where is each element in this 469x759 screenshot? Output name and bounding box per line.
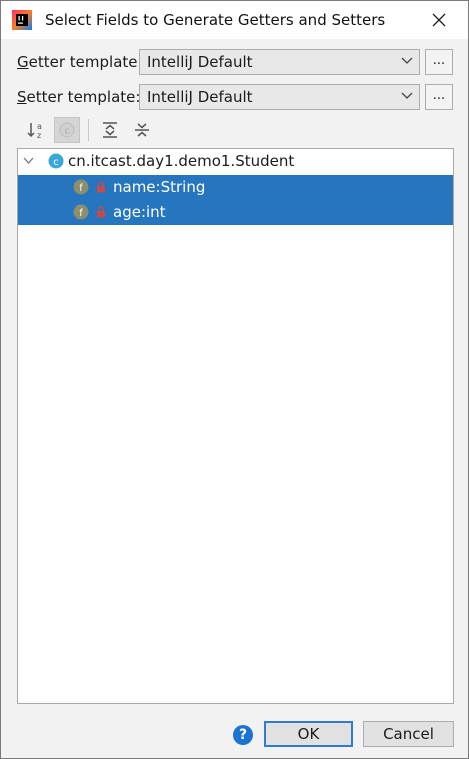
cancel-button[interactable]: Cancel (363, 721, 454, 747)
sort-alphabetically-icon: a z (27, 122, 42, 140)
setter-label-mnemonic: S (17, 88, 27, 106)
toolbar-separator (88, 119, 89, 141)
field-icon: f (73, 179, 89, 195)
dialog-title: Select Fields to Generate Getters and Se… (45, 11, 386, 29)
getter-template-label: Getter template: (17, 53, 143, 71)
tree-field-row[interactable]: f name:String (18, 175, 453, 200)
getter-label-text: etter template: (28, 53, 143, 71)
field-label: age:int (113, 203, 166, 221)
lock-icon (97, 181, 105, 193)
fields-tree[interactable]: c cn.itcast.day1.demo1.Student f name:St… (17, 148, 454, 704)
ok-button[interactable]: OK (264, 721, 353, 747)
setter-template-value: IntelliJ Default (147, 88, 253, 106)
collapse-all-icon (135, 123, 149, 137)
help-button[interactable]: ? (233, 725, 253, 745)
show-classes-icon: c (59, 122, 75, 138)
dialog-window: Select Fields to Generate Getters and Se… (0, 0, 469, 759)
svg-text:z: z (37, 131, 41, 140)
class-icon: c (48, 153, 64, 169)
close-button[interactable] (419, 5, 459, 35)
sort-alphabetically-button[interactable]: a z (23, 117, 49, 143)
svg-text:a: a (37, 122, 42, 131)
svg-text:c: c (53, 157, 59, 168)
field-icon: f (73, 204, 89, 220)
tree-root-row[interactable]: c cn.itcast.day1.demo1.Student (18, 149, 453, 174)
svg-text:f: f (79, 208, 83, 219)
close-icon (432, 13, 446, 27)
title-bar: Select Fields to Generate Getters and Se… (1, 1, 468, 39)
setter-template-label: Setter template: (17, 88, 140, 106)
expand-all-button[interactable] (97, 117, 123, 143)
setter-template-combo[interactable]: IntelliJ Default (139, 84, 420, 110)
setter-label-text: etter template: (26, 88, 141, 106)
chevron-down-icon (401, 92, 413, 99)
tree-field-row[interactable]: f age:int (18, 200, 453, 225)
svg-text:c: c (65, 127, 70, 137)
expand-all-icon (103, 122, 117, 138)
chevron-down-icon (401, 57, 413, 64)
getter-label-mnemonic: G (17, 53, 29, 71)
tree-root-label: cn.itcast.day1.demo1.Student (68, 152, 295, 170)
intellij-app-icon (12, 10, 32, 30)
chevron-down-icon[interactable] (23, 157, 34, 165)
setter-browse-button[interactable]: ... (425, 84, 453, 110)
field-label: name:String (113, 178, 206, 196)
show-classes-toggle[interactable]: c (54, 117, 80, 143)
getter-template-value: IntelliJ Default (147, 53, 253, 71)
collapse-all-button[interactable] (129, 117, 155, 143)
getter-template-combo[interactable]: IntelliJ Default (139, 49, 420, 75)
lock-icon (97, 206, 105, 218)
svg-text:f: f (79, 183, 83, 194)
getter-browse-button[interactable]: ... (425, 49, 453, 75)
